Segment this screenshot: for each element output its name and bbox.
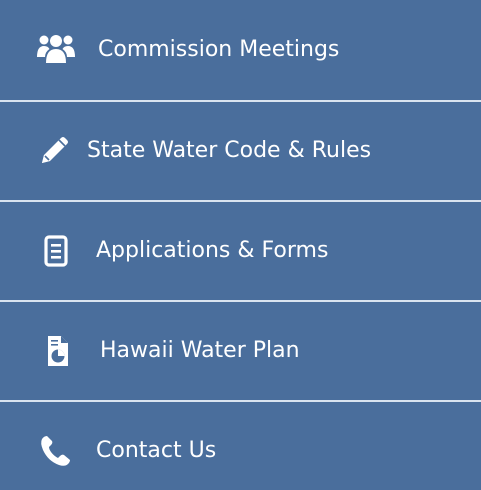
document-icon <box>36 231 76 271</box>
phone-icon <box>36 431 76 471</box>
report-chart-icon <box>38 331 78 371</box>
nav-item-label: Commission Meetings <box>98 37 340 62</box>
nav-item-applications-forms[interactable]: Applications & Forms <box>0 200 481 300</box>
nav-item-label: Applications & Forms <box>96 238 329 263</box>
nav-item-label: State Water Code & Rules <box>87 138 372 163</box>
pencil-icon <box>34 131 74 171</box>
nav-item-commission-meetings[interactable]: Commission Meetings <box>0 0 481 100</box>
nav-item-contact-us[interactable]: Contact Us <box>0 400 481 490</box>
group-users-icon <box>36 30 76 70</box>
nav-item-state-water-code[interactable]: State Water Code & Rules <box>0 100 481 200</box>
nav-item-label: Contact Us <box>96 438 217 463</box>
nav-item-hawaii-water-plan[interactable]: Hawaii Water Plan <box>0 300 481 400</box>
side-navigation-menu: Commission Meetings State Water Code & R… <box>0 0 481 490</box>
nav-item-label: Hawaii Water Plan <box>100 338 300 363</box>
